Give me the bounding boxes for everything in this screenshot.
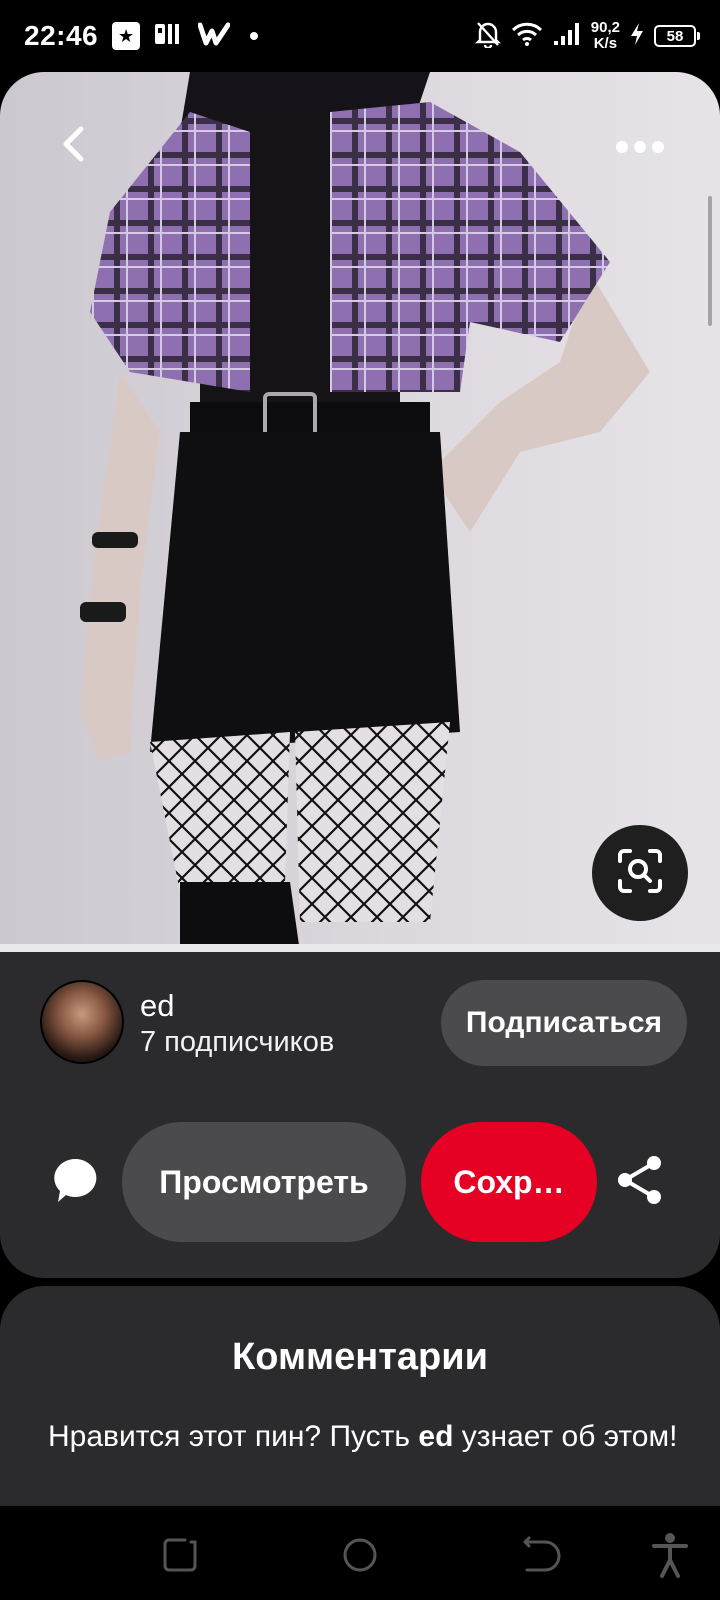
pi-app-icon <box>154 21 184 52</box>
more-options-button[interactable] <box>600 122 680 172</box>
prompt-text-before: Нравится этот пин? Пусть <box>48 1420 419 1453</box>
mute-bell-icon <box>474 20 501 53</box>
actions-row: Просмотреть Сохр… <box>0 1120 720 1244</box>
battery-level: 58 <box>666 27 684 45</box>
clock: 22:46 <box>24 20 99 51</box>
accessibility-button[interactable] <box>650 1530 700 1580</box>
comments-prompt: Нравится этот пин? Пусть ed узнает об эт… <box>48 1418 688 1456</box>
scrollbar[interactable] <box>708 196 712 326</box>
more-dot <box>634 141 646 153</box>
network-speed: 90,2 K/s <box>591 20 620 52</box>
recent-apps-icon <box>155 1538 205 1584</box>
notification-dot-icon <box>250 32 259 40</box>
speed-value: 90,2 <box>590 19 620 36</box>
wifi-icon <box>511 21 543 52</box>
home-circle-icon <box>335 1538 385 1584</box>
star-app-icon: ★ <box>112 22 141 50</box>
share-button[interactable] <box>616 1154 674 1212</box>
status-left: 22:46 ★ <box>24 20 259 52</box>
image-edge <box>0 944 720 952</box>
charging-icon <box>630 22 644 51</box>
visual-search-button[interactable] <box>592 825 688 921</box>
outfit-photo-illustration <box>80 72 650 952</box>
back-arrow-icon <box>515 1536 565 1584</box>
creator-name[interactable]: ed <box>140 988 174 1024</box>
prompt-text-after: узнает об этом! <box>453 1420 678 1453</box>
save-button[interactable]: Сохр… <box>421 1122 597 1242</box>
creator-row: ed 7 подписчиков Подписаться <box>0 968 720 1068</box>
more-horizontal-icon <box>616 141 628 153</box>
status-right: 90,2 K/s 58 <box>474 20 700 53</box>
status-bar: 22:46 ★ 90,2 K/s 58 <box>0 0 720 72</box>
wattpad-icon <box>197 21 231 52</box>
system-nav-bar <box>0 1506 720 1600</box>
comments-section: Комментарии Нравится этот пин? Пусть ed … <box>0 1286 720 1506</box>
home-button[interactable] <box>335 1530 385 1580</box>
avatar[interactable] <box>40 980 124 1064</box>
more-dot <box>652 141 664 153</box>
comment-bubble-icon <box>52 1158 100 1210</box>
speed-unit: K/s <box>593 35 618 52</box>
battery-icon: 58 <box>654 25 700 47</box>
back-nav-button[interactable] <box>515 1530 565 1580</box>
signal-icon <box>553 21 581 52</box>
pin-image[interactable] <box>0 72 720 952</box>
accessibility-icon <box>650 1533 690 1584</box>
visual-search-icon <box>616 847 664 900</box>
share-icon <box>616 1156 666 1210</box>
view-button[interactable]: Просмотреть <box>122 1122 406 1242</box>
pin-card: ed 7 подписчиков Подписаться Просмотреть… <box>0 72 720 1278</box>
follow-button[interactable]: Подписаться <box>441 980 687 1066</box>
comment-button[interactable] <box>52 1156 108 1212</box>
prompt-creator-name: ed <box>418 1420 454 1453</box>
back-button[interactable] <box>44 116 104 176</box>
chevron-left-icon <box>61 126 87 167</box>
comments-title: Комментарии <box>232 1336 488 1378</box>
recent-apps-button[interactable] <box>155 1530 205 1580</box>
follower-count: 7 подписчиков <box>140 1026 335 1058</box>
